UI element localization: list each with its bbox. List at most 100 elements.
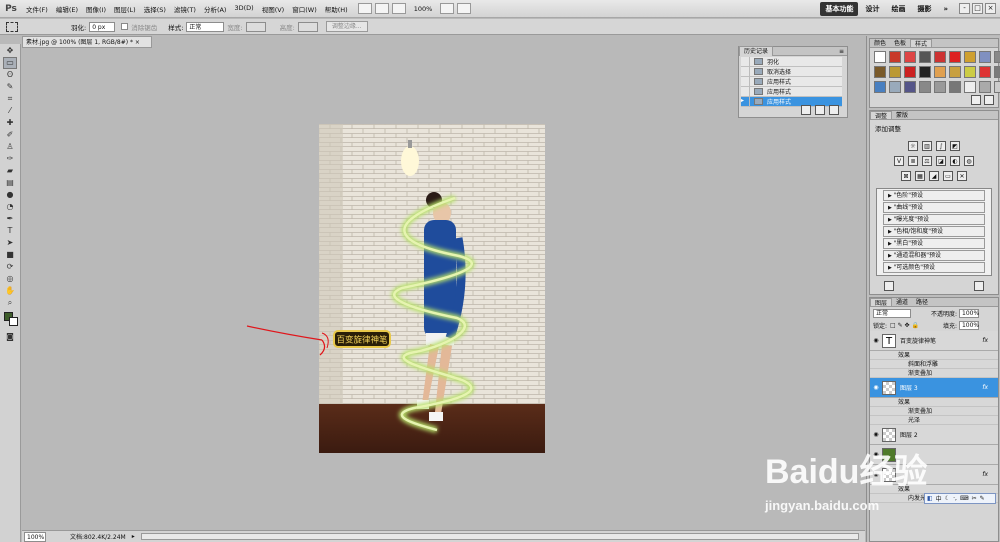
preset-item[interactable]: ▶ "曝光度"预设 <box>883 214 985 225</box>
crop-icon[interactable]: ⌗ <box>4 94 16 104</box>
style-swatch[interactable] <box>949 66 961 78</box>
menu-item[interactable]: 视图(V) <box>258 4 289 14</box>
panel-tab[interactable]: 通道 <box>892 298 912 306</box>
opacity-input[interactable]: 100% <box>959 308 979 318</box>
refine-edge-button[interactable]: 调整边缘... <box>325 21 368 32</box>
ime-logo-icon[interactable]: ◧ <box>927 495 933 502</box>
color-balance-icon[interactable]: ⚖ <box>922 156 932 166</box>
curves-icon[interactable]: ∫ <box>936 141 946 151</box>
black-white-icon[interactable]: ◪ <box>936 156 946 166</box>
history-row[interactable]: 应用样式 <box>741 76 842 87</box>
style-swatch[interactable] <box>919 51 931 63</box>
style-swatch[interactable] <box>934 81 946 93</box>
menu-item[interactable]: 编辑(E) <box>52 4 82 14</box>
canvas-area[interactable]: 百变旋律神笔 <box>22 48 865 530</box>
layer-row[interactable]: ◉ 图层 3 fx <box>870 378 998 398</box>
maximize-button[interactable]: □ <box>972 3 983 14</box>
horizontal-scrollbar[interactable] <box>140 533 859 540</box>
style-swatch[interactable] <box>889 81 901 93</box>
brush-icon[interactable]: ✐ <box>4 130 16 140</box>
pen-icon[interactable]: ✒ <box>4 214 16 224</box>
history-row[interactable]: 取消选择 <box>741 66 842 77</box>
eraser-icon[interactable]: ▰ <box>4 166 16 176</box>
doc-info[interactable]: 文档:802.4K/2.24M <box>70 532 126 541</box>
style-swatch[interactable] <box>889 66 901 78</box>
history-brush-source[interactable] <box>741 76 750 87</box>
workspace-button[interactable]: 绘画 <box>886 2 910 16</box>
clone-stamp-icon[interactable]: ♙ <box>4 142 16 152</box>
workspace-more-button[interactable]: » <box>938 3 953 15</box>
history-panel-menu-icon[interactable]: ≡ <box>839 48 847 55</box>
preset-item[interactable]: ▶ "色相/饱和度"预设 <box>883 226 985 237</box>
effect-item[interactable]: 渐变叠加 <box>870 369 998 378</box>
style-swatch[interactable] <box>874 66 886 78</box>
style-swatch[interactable] <box>994 51 1000 63</box>
panel-tab[interactable]: 图层 <box>870 298 893 307</box>
panel-tab[interactable]: 样式 <box>910 39 933 48</box>
style-swatch[interactable] <box>889 51 901 63</box>
preset-item[interactable]: ▶ "可选颜色"预设 <box>883 262 985 273</box>
preset-item[interactable]: ▶ "黑白"预设 <box>883 238 985 249</box>
panel-tab[interactable]: 色板 <box>890 39 910 47</box>
fill-input[interactable]: 100% <box>958 320 979 330</box>
levels-icon[interactable]: ▥ <box>922 141 932 151</box>
lock-icons[interactable]: □ ✎ ✥ 🔒 <box>890 322 919 329</box>
style-swatch[interactable] <box>904 81 916 93</box>
shape-tool-icon[interactable]: ■ <box>4 250 16 260</box>
return-to-list-icon[interactable] <box>884 281 894 291</box>
delete-history-icon[interactable] <box>829 105 839 115</box>
ime-mode[interactable]: 中 <box>936 494 942 503</box>
eyedropper-icon[interactable]: ⁄ <box>4 106 16 116</box>
hue-saturation-icon[interactable]: ≣ <box>908 156 918 166</box>
antialias-checkbox[interactable] <box>121 23 129 30</box>
menu-item[interactable]: 选择(S) <box>140 4 170 14</box>
healing-brush-icon[interactable]: ✚ <box>4 118 16 128</box>
style-swatch[interactable] <box>934 66 946 78</box>
quick-selection-icon[interactable]: ✎ <box>4 82 16 92</box>
channel-mixer-icon[interactable]: ◍ <box>964 156 974 166</box>
style-swatch[interactable] <box>934 51 946 63</box>
ime-tools-icon[interactable]: ✂ <box>972 495 977 502</box>
blur-icon[interactable]: ● <box>4 190 16 200</box>
background-color-swatch[interactable] <box>9 317 18 326</box>
gradient-icon[interactable]: ▤ <box>4 178 16 188</box>
feather-input[interactable]: 0 px <box>89 21 116 32</box>
history-tab[interactable]: 历史记录 <box>739 46 774 56</box>
style-swatch[interactable] <box>964 66 976 78</box>
brightness-icon[interactable]: ☼ <box>908 141 918 151</box>
style-swatch[interactable] <box>874 81 886 93</box>
move-tool-icon[interactable]: ✥ <box>4 46 16 56</box>
preset-item[interactable]: ▶ "通道混和器"预设 <box>883 250 985 261</box>
rectangular-marquee-icon[interactable]: ▭ <box>3 57 17 69</box>
menu-item[interactable]: 分析(A) <box>200 4 231 14</box>
effect-item[interactable]: 斜面和浮雕 <box>870 360 998 369</box>
bridge-icon[interactable] <box>357 3 372 14</box>
panel-tab[interactable]: 调整 <box>870 111 893 120</box>
preset-item[interactable]: ▶ "曲线"预设 <box>883 202 985 213</box>
style-swatch[interactable] <box>949 81 961 93</box>
lasso-icon[interactable]: ʘ <box>4 70 16 80</box>
style-swatch[interactable] <box>904 51 916 63</box>
menu-item[interactable]: 窗口(W) <box>288 4 321 14</box>
history-row[interactable]: 应用样式 <box>741 86 842 97</box>
menu-item[interactable]: 帮助(H) <box>321 4 352 14</box>
new-document-from-state-icon[interactable] <box>801 105 811 115</box>
menu-item[interactable]: 文件(F) <box>22 4 52 14</box>
layer-row[interactable]: ◉ T 百变旋律神笔 fx <box>870 331 998 351</box>
path-selection-icon[interactable]: ➤ <box>4 238 16 248</box>
dodge-icon[interactable]: ◔ <box>4 202 16 212</box>
style-swatch[interactable] <box>979 81 991 93</box>
style-swatch[interactable] <box>904 66 916 78</box>
fx-indicator[interactable]: fx <box>982 384 988 391</box>
history-brush-source[interactable] <box>741 86 750 97</box>
style-swatch[interactable] <box>919 66 931 78</box>
selective-color-icon[interactable]: ✕ <box>957 171 967 181</box>
workspace-button[interactable]: 基本功能 <box>820 1 859 16</box>
effects-header[interactable]: 效果 <box>870 351 998 360</box>
visibility-eye-icon[interactable]: ◉ <box>870 431 882 438</box>
posterize-icon[interactable]: ▦ <box>915 171 925 181</box>
style-swatch[interactable] <box>994 66 1000 78</box>
type-tool-icon[interactable]: T <box>4 226 16 236</box>
screen-mode-icon[interactable] <box>457 3 472 14</box>
style-swatch[interactable] <box>949 51 961 63</box>
